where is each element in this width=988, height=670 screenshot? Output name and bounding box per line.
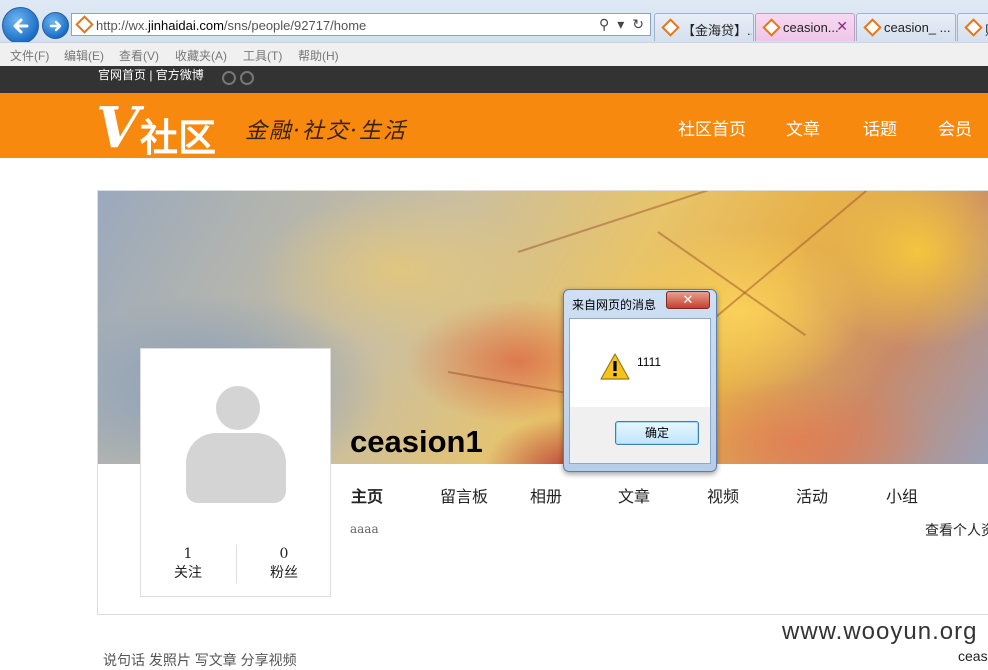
dropdown-icon[interactable]: ▾: [617, 16, 624, 33]
dialog-title: 来自网页的消息: [572, 298, 657, 312]
avatar[interactable]: [216, 386, 260, 430]
top-links[interactable]: 官网首页 | 官方微博: [98, 66, 204, 83]
followers-stat[interactable]: 0 粉丝: [237, 546, 331, 582]
weibo-icon[interactable]: [222, 71, 236, 85]
tab-3[interactable]: ceasion_ ...: [856, 13, 956, 41]
tab-groups[interactable]: 小组: [886, 483, 918, 507]
tab-2-active[interactable]: ceasion... ✕: [755, 13, 855, 41]
ok-button[interactable]: 确定: [615, 421, 699, 445]
address-bar[interactable]: http://wx.jinhaidai.com/sns/people/92717…: [71, 13, 651, 36]
post-actions[interactable]: 说句话 发照片 写文章 分享视频: [103, 650, 297, 670]
tab-favicon-icon: [661, 18, 680, 37]
tab-guestbook[interactable]: 留言板: [440, 483, 488, 507]
menu-file[interactable]: 文件(F): [10, 47, 49, 64]
nav-members[interactable]: 会员: [938, 115, 972, 140]
tab-home[interactable]: 主页: [351, 483, 383, 507]
logo-text[interactable]: 社区: [140, 107, 216, 162]
forward-button[interactable]: [42, 12, 69, 39]
logo-v[interactable]: V: [96, 95, 139, 161]
site-favicon-icon: [75, 15, 94, 34]
menu-bar: 文件(F) 编辑(E) 查看(V) 收藏夹(A) 工具(T) 帮助(H): [0, 42, 988, 67]
tab-favicon-icon: [762, 18, 781, 37]
warning-icon: [600, 353, 630, 380]
search-icon[interactable]: ⚲: [599, 16, 609, 33]
tab-videos[interactable]: 视频: [707, 483, 739, 507]
url-text: http://wx.jinhaidai.com/sns/people/92717…: [96, 18, 367, 33]
following-stat[interactable]: 1 关注: [141, 546, 235, 582]
avatar-card: 1 关注 0 粉丝: [140, 348, 331, 597]
menu-favorites[interactable]: 收藏夹(A): [175, 47, 227, 64]
close-tab-icon[interactable]: ✕: [836, 18, 848, 35]
menu-view[interactable]: 查看(V): [119, 47, 159, 64]
tab-articles[interactable]: 文章: [618, 483, 650, 507]
refresh-icon[interactable]: ↻: [632, 16, 644, 33]
arrow-right-icon: [49, 20, 61, 31]
dialog-close-button[interactable]: ✕: [666, 291, 710, 309]
menu-help[interactable]: 帮助(H): [298, 47, 339, 64]
bottom-right-text: ceas: [958, 648, 988, 664]
tab-events[interactable]: 活动: [796, 483, 828, 507]
nav-community-home[interactable]: 社区首页: [678, 115, 746, 140]
profile-username: ceasion1: [350, 424, 483, 459]
tab-1[interactable]: 【金海贷】...: [654, 13, 754, 41]
tencent-weibo-icon[interactable]: [240, 71, 254, 85]
nav-articles[interactable]: 文章: [786, 115, 820, 140]
arrow-left-icon: [13, 18, 28, 33]
browser-chrome: http://wx.jinhaidai.com/sns/people/92717…: [0, 0, 988, 67]
menu-edit[interactable]: 编辑(E): [64, 47, 104, 64]
site-slogan: 金融·社交·生活: [245, 119, 407, 144]
tab-favicon-icon: [863, 18, 882, 37]
nav-topics[interactable]: 话题: [863, 115, 897, 140]
dialog-message: 1111: [637, 355, 662, 369]
alert-dialog: 来自网页的消息 ✕ 1111 确定: [563, 289, 717, 472]
dialog-footer: 确定: [570, 407, 710, 463]
avatar-body: [186, 433, 286, 503]
dialog-body: 1111 确定: [569, 318, 711, 464]
tab-4[interactable]: 账: [957, 13, 988, 41]
view-profile-link[interactable]: 查看个人资: [925, 520, 988, 540]
watermark: www.wooyun.org: [782, 618, 978, 645]
site-header: V 社区 金融·社交·生活 社区首页 文章 话题 会员: [0, 93, 988, 161]
site-topbar: 官网首页 | 官方微博: [0, 66, 988, 93]
tab-album[interactable]: 相册: [530, 483, 562, 507]
menu-tools[interactable]: 工具(T): [243, 47, 282, 64]
close-icon: ✕: [682, 292, 694, 307]
tab-favicon-icon: [964, 18, 983, 37]
profile-bio: aaaa: [350, 522, 379, 536]
back-button[interactable]: [2, 7, 39, 44]
